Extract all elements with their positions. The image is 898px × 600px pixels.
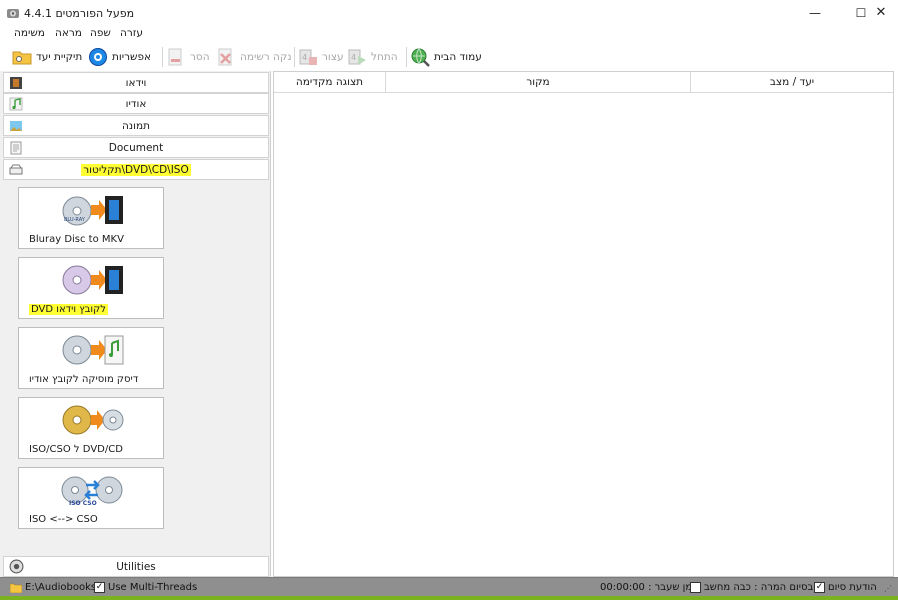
output-path[interactable]: E:\Audiobooks	[10, 582, 96, 593]
window-border-accent	[0, 596, 898, 600]
category-label: אודיו	[125, 98, 147, 110]
svg-text:4: 4	[302, 53, 307, 62]
category-label: וידאו	[125, 77, 147, 89]
output-folder-button[interactable]: תיקיית יעד	[12, 45, 82, 69]
category-video[interactable]: וידאו	[3, 72, 269, 93]
options-label: אפשריות	[112, 51, 152, 63]
iso-cso-to-dvd-cd-tile[interactable]: ISO/CSO ל DVD/CD	[18, 397, 164, 459]
close-button[interactable]: ✕	[868, 3, 894, 23]
iso-cso-convert-tile[interactable]: ISO CSO ISO <--> CSO	[18, 467, 164, 529]
shutdown-label: בסיום המרה : כבה מחשב	[704, 582, 814, 593]
toolbar-separator	[294, 47, 295, 67]
resize-grip-icon[interactable]: ⋰	[884, 584, 892, 593]
dvd-to-video-tile[interactable]: DVD לקובץ וידאו	[18, 257, 164, 319]
tile-label: DVD לקובץ וידאו	[29, 304, 108, 315]
shutdown-option[interactable]: בסיום המרה : כבה מחשב	[690, 582, 813, 593]
stop-icon: 4	[299, 49, 317, 65]
tile-label: דיסק מוסיקה לקובץ אודיו	[29, 374, 139, 385]
menu-help[interactable]: עזרה	[120, 27, 143, 39]
left-panel: וידאו אודיו תמונה Document תקליטור\DVD\C…	[0, 71, 271, 577]
shutdown-checkbox[interactable]	[690, 582, 701, 593]
remove-button[interactable]: הסר	[166, 45, 210, 69]
remove-icon	[168, 48, 182, 66]
menu-view[interactable]: מראה	[55, 27, 82, 39]
column-source[interactable]: מקור	[386, 72, 691, 93]
dvd-to-video-icon	[62, 265, 123, 295]
start-button[interactable]: 4 התחל	[347, 45, 398, 69]
toolbar-separator	[406, 47, 407, 67]
bluray-to-mkv-tile[interactable]: BLU-RAY Bluray Disc to MKV	[18, 187, 164, 249]
audio-cd-to-audio-tile[interactable]: דיסק מוסיקה לקובץ אודיו	[18, 327, 164, 389]
output-folder-label: תיקיית יעד	[36, 51, 83, 63]
globe-magnifier-icon	[411, 48, 430, 67]
category-label: תמונה	[122, 120, 150, 132]
gear-icon	[89, 48, 107, 66]
home-button[interactable]: עמוד הבית	[410, 45, 482, 69]
app-icon	[7, 9, 19, 18]
bluray-gfx-text: BLU-RAY	[64, 217, 86, 223]
home-label: עמוד הבית	[434, 51, 482, 63]
toolbar: עמוד הבית 4 התחל 4 עצור נקה רשימה הסר אפ…	[0, 43, 898, 71]
title-bar: 4.4.1 מפעל הפורמטים — ☐ ✕	[0, 0, 898, 26]
iso-cso-swap-icon: ISO CSO	[61, 476, 123, 507]
multithreads-option[interactable]: ✓ Use Multi-Threads	[94, 582, 197, 593]
folder-icon	[10, 583, 22, 593]
tile-label: ISO/CSO ל DVD/CD	[29, 444, 123, 455]
stop-button[interactable]: 4 עצור	[298, 45, 344, 69]
svg-text:4: 4	[351, 53, 356, 62]
menu-task[interactable]: משימה	[14, 27, 45, 39]
toolbar-separator	[162, 47, 163, 67]
column-target[interactable]: יעד / מצב	[691, 72, 893, 93]
menu-bar: עזרה שפה מראה משימה	[0, 25, 898, 42]
minimize-button[interactable]: —	[802, 3, 828, 23]
start-icon: 4	[348, 49, 366, 65]
category-label: תקליטור\DVD\CD\ISO	[81, 164, 191, 176]
clear-list-label: נקה רשימה	[240, 51, 292, 63]
category-dvd-cd-iso[interactable]: תקליטור\DVD\CD\ISO	[3, 159, 269, 180]
tile-label: Bluray Disc to MKV	[29, 234, 124, 245]
cd-to-audio-icon	[62, 335, 124, 365]
multithreads-label: Use Multi-Threads	[108, 582, 198, 593]
iso-to-disc-icon	[62, 405, 124, 435]
notify-checkbox[interactable]: ✓	[814, 582, 825, 593]
tile-label: ISO <--> CSO	[29, 514, 98, 525]
options-button[interactable]: אפשריות	[88, 45, 151, 69]
notify-label: הודעת סיום	[828, 582, 877, 593]
category-label: Document	[108, 142, 164, 154]
stop-label: עצור	[322, 51, 344, 63]
multithreads-checkbox[interactable]: ✓	[94, 582, 105, 593]
bluray-to-video-icon: BLU-RAY	[62, 196, 123, 226]
utilities-label: Utilities	[116, 561, 156, 573]
utilities-bar[interactable]: Utilities	[3, 556, 269, 577]
start-label: התחל	[371, 51, 398, 63]
clear-list-button[interactable]: נקה רשימה	[216, 45, 292, 69]
elapsed-time: 00:00:00 : זמן שעבר	[600, 582, 696, 593]
folder-icon	[12, 51, 32, 65]
elapsed-time-text: 00:00:00 : זמן שעבר	[600, 582, 696, 593]
category-image[interactable]: תמונה	[3, 115, 269, 136]
category-document[interactable]: Document	[3, 137, 269, 158]
remove-label: הסר	[190, 51, 210, 63]
column-preview[interactable]: תצוגה מקדימה	[274, 72, 386, 93]
clear-list-icon	[218, 48, 232, 66]
window-title: 4.4.1 מפעל הפורמטים	[24, 7, 135, 20]
menu-language[interactable]: שפה	[90, 27, 111, 39]
iso-cso-gfx-text: ISO CSO	[69, 500, 97, 507]
task-list[interactable]: תצוגה מקדימה מקור יעד / מצב	[273, 71, 894, 577]
output-path-text: E:\Audiobooks	[25, 582, 97, 593]
notify-option[interactable]: ✓ הודעת סיום	[814, 582, 877, 593]
category-audio[interactable]: אודיו	[3, 93, 269, 114]
